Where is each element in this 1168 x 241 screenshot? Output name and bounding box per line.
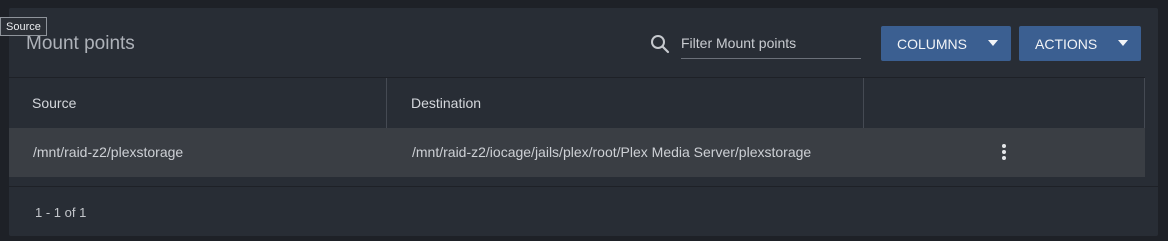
caret-down-icon	[1118, 40, 1128, 46]
cell-source: /mnt/raid-z2/plexstorage	[33, 144, 184, 160]
tooltip: Source	[0, 17, 47, 36]
search-icon[interactable]	[650, 34, 670, 54]
filter-input[interactable]	[681, 32, 861, 54]
card-title: Mount points	[26, 33, 135, 54]
cell-destination: /mnt/raid-z2/iocage/jails/plex/root/Plex…	[412, 144, 812, 160]
columns-button[interactable]: COLUMNS	[881, 26, 1011, 61]
column-header-actions	[864, 78, 1145, 128]
actions-button-label: ACTIONS	[1035, 35, 1098, 52]
mount-points-card: Mount points COLUMNS ACTIONS Source Dest…	[9, 8, 1158, 236]
caret-down-icon	[988, 40, 998, 46]
filter-field	[681, 32, 861, 59]
table-row[interactable]: /mnt/raid-z2/plexstorage /mnt/raid-z2/io…	[9, 128, 1145, 177]
column-header-destination[interactable]: Destination	[387, 78, 864, 128]
footer-divider	[9, 186, 1158, 187]
actions-button[interactable]: ACTIONS	[1019, 26, 1141, 61]
pagination-range: 1 - 1 of 1	[35, 205, 87, 220]
table-header: Source Destination	[9, 77, 1145, 129]
more-vert-icon[interactable]	[996, 142, 1012, 162]
columns-button-label: COLUMNS	[897, 35, 968, 52]
column-header-source[interactable]: Source	[9, 78, 387, 128]
card-header: Mount points COLUMNS ACTIONS	[9, 8, 1158, 78]
